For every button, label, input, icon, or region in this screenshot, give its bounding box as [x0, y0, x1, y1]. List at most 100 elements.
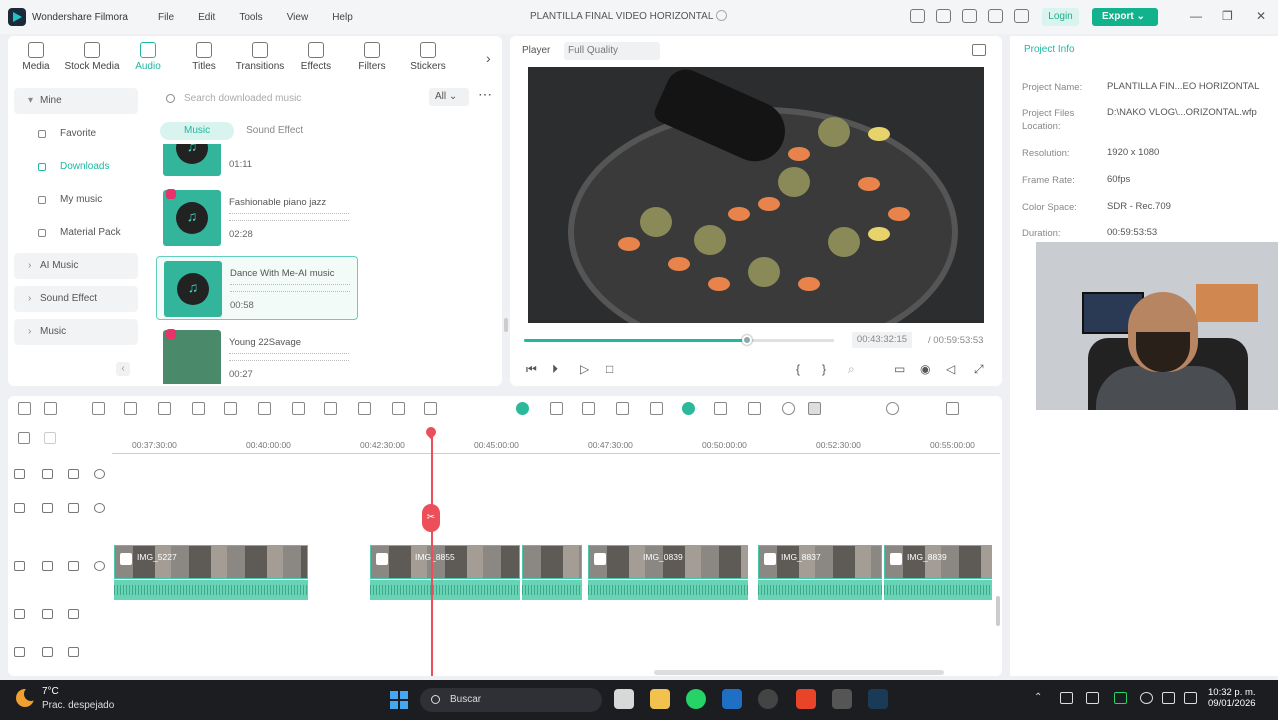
- step-play-icon[interactable]: ⏵: [552, 362, 558, 377]
- menu-tools[interactable]: Tools: [239, 12, 262, 23]
- zoom-out-icon[interactable]: [782, 402, 795, 415]
- quality-dropdown[interactable]: Full Quality: [564, 42, 660, 60]
- sidebar-item-mine[interactable]: ▾ Mine: [14, 88, 138, 114]
- transform-icon[interactable]: [324, 402, 337, 415]
- video-clip[interactable]: [522, 545, 582, 579]
- timeline-horizontal-scrollbar[interactable]: [654, 670, 944, 675]
- eye-icon[interactable]: [94, 469, 105, 479]
- eye-icon[interactable]: [94, 561, 105, 571]
- support-icon[interactable]: [988, 9, 1003, 23]
- list-item[interactable]: Dance With Me-AI music 00:58: [156, 256, 358, 320]
- chevron-up-icon[interactable]: ⌃: [1034, 692, 1047, 704]
- tab-effects[interactable]: Effects: [288, 36, 344, 80]
- apps-icon[interactable]: [1014, 9, 1029, 23]
- cloud-icon[interactable]: [962, 9, 977, 23]
- app-icon[interactable]: [722, 689, 742, 709]
- tab-media[interactable]: Media: [8, 36, 64, 80]
- tab-project-info[interactable]: Project Info: [1024, 44, 1075, 55]
- audio-clip[interactable]: [370, 580, 520, 600]
- shield-icon[interactable]: [582, 402, 595, 415]
- replace-icon[interactable]: [748, 402, 761, 415]
- wifi-icon[interactable]: [1140, 692, 1153, 704]
- sidebar-item-material-pack[interactable]: Material Pack: [14, 220, 138, 246]
- tray-icon[interactable]: [1086, 692, 1099, 704]
- volume-icon[interactable]: ◁: [946, 362, 955, 376]
- add-track-icon[interactable]: [18, 432, 30, 444]
- camera-icon[interactable]: ◉: [920, 362, 930, 376]
- progress-track[interactable]: [524, 335, 834, 345]
- tab-filters[interactable]: Filters: [344, 36, 400, 80]
- select-tool-icon[interactable]: [44, 402, 57, 415]
- stop-icon[interactable]: □: [606, 362, 613, 376]
- ai-icon[interactable]: [682, 402, 695, 415]
- chevron-right-icon[interactable]: ›: [486, 50, 491, 66]
- filter-dropdown[interactable]: All ⌄: [429, 88, 469, 106]
- volume-icon[interactable]: [1162, 692, 1175, 704]
- tray-icon[interactable]: [1060, 692, 1073, 704]
- video-clip[interactable]: IMG_8837: [758, 545, 882, 579]
- redo-icon[interactable]: [124, 402, 137, 415]
- restore-icon[interactable]: ❐: [1222, 9, 1233, 23]
- lock-icon[interactable]: [42, 609, 53, 619]
- tab-transitions[interactable]: Transitions: [232, 36, 288, 80]
- fullscreen-icon[interactable]: ⤢: [974, 362, 984, 377]
- lock-icon[interactable]: [42, 561, 53, 571]
- layout-grid-icon[interactable]: [18, 402, 31, 415]
- clock[interactable]: 10:32 p. m. 09/01/2026: [1208, 687, 1256, 709]
- subtab-music[interactable]: Music: [160, 122, 235, 140]
- folder-icon[interactable]: [42, 469, 53, 479]
- tab-stickers[interactable]: Stickers: [400, 36, 456, 80]
- brave-icon[interactable]: [796, 689, 816, 709]
- tab-stock-media[interactable]: Stock Media: [64, 36, 120, 80]
- sidebar-item-music[interactable]: › Music: [14, 319, 138, 345]
- video-clip[interactable]: IMG_8839: [884, 545, 992, 579]
- timeline-ruler[interactable]: 00:37:30:00 00:40:00:00 00:42:30:00 00:4…: [112, 440, 1000, 454]
- menu-file[interactable]: File: [158, 12, 174, 23]
- color-icon[interactable]: [358, 402, 371, 415]
- list-item[interactable]: 01:11: [156, 144, 358, 180]
- mute-icon[interactable]: [68, 609, 79, 619]
- sidebar-item-sound-effect[interactable]: › Sound Effect: [14, 286, 138, 312]
- menu-edit[interactable]: Edit: [198, 12, 215, 23]
- audio-split-icon[interactable]: [224, 402, 237, 415]
- undo-icon[interactable]: [92, 402, 105, 415]
- play-icon[interactable]: ▷: [580, 362, 589, 376]
- previous-frame-icon[interactable]: ⏮: [526, 362, 537, 377]
- speed-icon[interactable]: [392, 402, 405, 415]
- more-options-icon[interactable]: ⋯: [478, 86, 492, 103]
- voiceover-icon[interactable]: [650, 402, 663, 415]
- layout-icon[interactable]: [910, 9, 925, 23]
- collapse-sidebar-icon[interactable]: ‹: [116, 362, 130, 376]
- save-icon[interactable]: [936, 9, 951, 23]
- menu-help[interactable]: Help: [332, 12, 353, 23]
- tab-audio[interactable]: Audio: [120, 36, 176, 80]
- export-button[interactable]: Export ⌄: [1092, 8, 1158, 26]
- view-options-icon[interactable]: [946, 402, 959, 415]
- app-icon[interactable]: [832, 689, 852, 709]
- lock-icon[interactable]: [42, 503, 53, 513]
- timeline-vertical-scrollbar[interactable]: [996, 596, 1000, 626]
- playhead[interactable]: [431, 428, 433, 676]
- mark-in-icon[interactable]: {: [796, 362, 800, 376]
- mark-out-icon[interactable]: }: [822, 362, 826, 376]
- explorer-icon[interactable]: [650, 689, 670, 709]
- file-app-icon[interactable]: [614, 689, 634, 709]
- playhead-handle[interactable]: [423, 424, 439, 440]
- render-icon[interactable]: [550, 402, 563, 415]
- audio-clip[interactable]: [588, 580, 748, 600]
- menu-view[interactable]: View: [287, 12, 309, 23]
- video-clip[interactable]: IMG_0839: [588, 545, 748, 579]
- search-input[interactable]: Search downloaded music: [160, 88, 430, 110]
- snapshot-icon[interactable]: [972, 44, 986, 56]
- close-icon[interactable]: ✕: [1256, 9, 1266, 23]
- sidebar-item-downloads[interactable]: Downloads: [14, 154, 138, 180]
- volume-icon[interactable]: [68, 503, 79, 513]
- eye-icon[interactable]: [94, 503, 105, 513]
- crop-icon[interactable]: [292, 402, 305, 415]
- progress-handle[interactable]: [742, 335, 753, 345]
- auto-highlight-icon[interactable]: [516, 402, 529, 415]
- text-icon[interactable]: [258, 402, 271, 415]
- volume-icon[interactable]: [68, 561, 79, 571]
- tab-titles[interactable]: Titles: [176, 36, 232, 80]
- list-item[interactable]: Fashionable piano jazz 02:28: [156, 186, 358, 250]
